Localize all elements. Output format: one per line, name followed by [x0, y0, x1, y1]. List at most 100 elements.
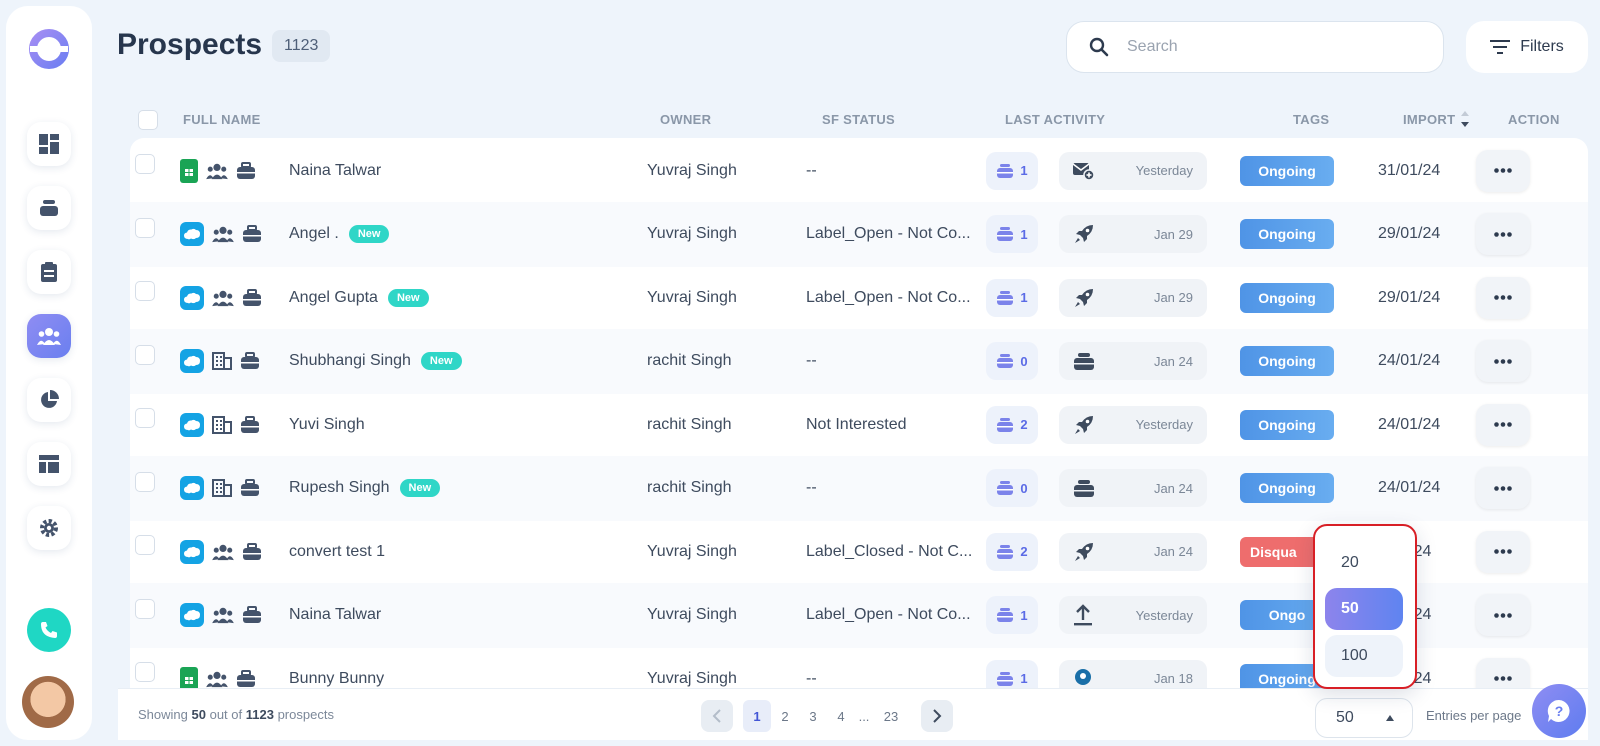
status-tag[interactable]: Ongoing [1240, 409, 1334, 440]
row-checkbox[interactable] [135, 281, 155, 301]
table-row[interactable]: Yuvi Singh rachit Singh Not Interested 2… [130, 392, 1588, 457]
app-logo[interactable] [28, 28, 70, 70]
row-checkbox[interactable] [135, 662, 155, 682]
avatar[interactable] [22, 676, 74, 728]
activity-count[interactable]: 0 [986, 469, 1038, 507]
activity-count[interactable]: 1 [986, 151, 1038, 190]
row-checkbox[interactable] [135, 471, 155, 492]
table-row[interactable]: Rupesh Singh New rachit Singh -- 0 Jan 2… [130, 455, 1588, 521]
last-activity[interactable]: Jan 24 [1059, 342, 1207, 380]
row-actions-button[interactable] [1476, 594, 1530, 636]
row-icons [180, 646, 256, 688]
row-checkbox[interactable] [135, 535, 155, 555]
owner-cell: Yuvraj Singh [647, 669, 737, 687]
last-activity[interactable]: Yesterday [1059, 596, 1207, 634]
status-tag[interactable]: Ongoing [1240, 282, 1334, 313]
clipboard-icon [41, 262, 57, 282]
nav-prospects[interactable] [27, 314, 71, 358]
nav-dashboard[interactable] [27, 122, 71, 166]
prospect-name[interactable]: Angel . [289, 225, 339, 243]
activity-count[interactable]: 0 [986, 342, 1038, 380]
row-actions-button[interactable] [1476, 213, 1530, 255]
search-box[interactable] [1066, 21, 1444, 73]
activity-count[interactable]: 2 [986, 405, 1038, 444]
help-button[interactable]: ? [1532, 684, 1586, 738]
option-50[interactable]: 50 [1325, 588, 1403, 630]
select-all-checkbox[interactable] [138, 110, 158, 130]
prospect-name[interactable]: Naina Talwar [289, 606, 381, 624]
row-checkbox[interactable] [135, 408, 155, 428]
column-tags[interactable]: TAGS [1293, 112, 1329, 127]
activity-count[interactable]: 2 [986, 532, 1038, 571]
page-last[interactable]: 23 [873, 700, 909, 732]
table-row[interactable]: Shubhangi Singh New rachit Singh -- 0 Ja… [130, 328, 1588, 394]
prospect-name[interactable]: Naina Talwar [289, 162, 381, 180]
status-tag[interactable]: Ongoing [1240, 473, 1334, 503]
nav-tasks[interactable] [27, 250, 71, 294]
people-icon [212, 606, 234, 624]
option-100[interactable]: 100 [1325, 635, 1403, 677]
nav-settings[interactable] [27, 506, 71, 550]
row-checkbox[interactable] [135, 154, 155, 174]
last-activity[interactable]: Jan 18 [1059, 659, 1207, 688]
status-tag[interactable]: Ongoing [1240, 219, 1334, 249]
row-checkbox[interactable] [135, 217, 155, 238]
page-1[interactable]: 1 [743, 700, 771, 732]
prospect-name[interactable]: convert test 1 [289, 543, 385, 561]
last-activity[interactable]: Jan 24 [1059, 532, 1207, 571]
nav-templates[interactable] [27, 442, 71, 486]
prospect-name[interactable]: Angel Gupta [289, 289, 378, 307]
column-import[interactable]: IMPORT [1403, 112, 1455, 127]
prev-page-button[interactable] [701, 700, 733, 732]
activity-count[interactable]: 1 [986, 596, 1038, 634]
last-activity[interactable]: Yesterday [1059, 151, 1207, 190]
row-actions-button[interactable] [1476, 340, 1530, 382]
last-activity[interactable]: Jan 24 [1059, 469, 1207, 507]
activity-count[interactable]: 1 [986, 278, 1038, 317]
owner-cell: Yuvraj Singh [647, 606, 737, 623]
next-page-button[interactable] [921, 700, 953, 732]
search-input[interactable] [1127, 38, 1387, 56]
row-actions-button[interactable] [1476, 276, 1530, 319]
prospect-name[interactable]: Rupesh Singh [289, 479, 390, 497]
row-checkbox[interactable] [135, 344, 155, 365]
stack-small-icon [996, 227, 1014, 241]
column-full-name[interactable]: FULL NAME [183, 112, 261, 127]
column-last-activity[interactable]: LAST ACTIVITY [1005, 112, 1105, 127]
option-20[interactable]: 20 [1325, 542, 1403, 584]
last-activity[interactable]: Jan 29 [1059, 278, 1207, 317]
page-2[interactable]: 2 [771, 700, 799, 732]
prospect-name[interactable]: Bunny Bunny [289, 670, 384, 688]
entries-per-page-select[interactable]: 50 [1315, 698, 1413, 738]
import-date-cell: 29/01/24 [1378, 288, 1441, 306]
row-actions-button[interactable] [1476, 657, 1530, 688]
row-actions-button[interactable] [1476, 149, 1530, 192]
stack-small-icon [996, 608, 1014, 622]
prospect-name[interactable]: Shubhangi Singh [289, 352, 411, 370]
tag-cell: Ongoing [1240, 392, 1334, 457]
last-activity[interactable]: Yesterday [1059, 405, 1207, 444]
page-4[interactable]: 4 [827, 700, 855, 732]
column-sf-status[interactable]: SF STATUS [822, 112, 895, 127]
activity-count[interactable]: 1 [986, 659, 1038, 688]
nav-sequences[interactable] [27, 186, 71, 230]
nav-reports[interactable] [27, 378, 71, 422]
table-row[interactable]: Naina Talwar Yuvraj Singh -- 1 Yesterday… [130, 138, 1588, 203]
table-row[interactable]: Angel Gupta New Yuvraj Singh Label_Open … [130, 265, 1588, 330]
filters-button[interactable]: Filters [1466, 21, 1588, 73]
status-tag[interactable]: Ongoing [1240, 346, 1334, 376]
sort-icon[interactable] [1460, 110, 1470, 128]
last-activity[interactable]: Jan 29 [1059, 215, 1207, 253]
phone-button[interactable] [27, 608, 71, 652]
row-actions-button[interactable] [1476, 467, 1530, 509]
page-3[interactable]: 3 [799, 700, 827, 732]
column-owner[interactable]: OWNER [660, 112, 711, 127]
status-tag[interactable]: Ongoing [1240, 155, 1334, 186]
salesforce-icon [180, 412, 204, 437]
row-checkbox[interactable] [135, 598, 155, 619]
row-actions-button[interactable] [1476, 403, 1530, 446]
table-row[interactable]: Angel . New Yuvraj Singh Label_Open - No… [130, 201, 1588, 267]
prospect-name[interactable]: Yuvi Singh [289, 416, 365, 434]
activity-count[interactable]: 1 [986, 215, 1038, 253]
row-actions-button[interactable] [1476, 530, 1530, 573]
